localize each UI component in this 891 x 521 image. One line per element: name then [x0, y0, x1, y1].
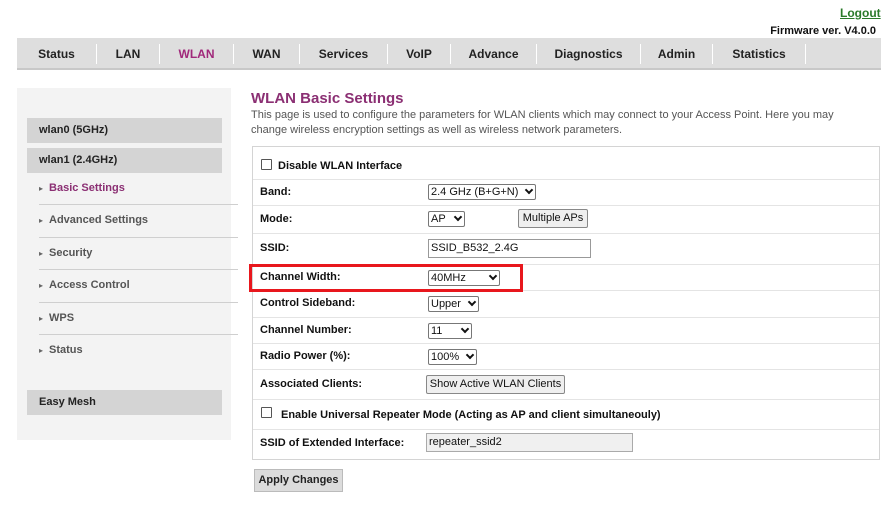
- tab-lan[interactable]: LAN: [97, 38, 159, 68]
- sidebar-item-label: Access Control: [49, 279, 130, 291]
- firmware-version: Firmware ver. V4.0.0: [770, 25, 876, 37]
- mode-value: AP: [431, 213, 446, 225]
- control-sideband-label: Control Sideband:: [260, 297, 356, 309]
- chevron-down-icon: [467, 297, 477, 307]
- sidebar-item-advanced-settings[interactable]: ▸ Advanced Settings: [27, 204, 222, 236]
- disable-wlan-label: Disable WLAN Interface: [278, 160, 403, 172]
- control-sideband-select[interactable]: Upper: [428, 296, 479, 312]
- control-sideband-value: Upper: [431, 298, 461, 310]
- mode-select[interactable]: AP: [428, 211, 465, 227]
- sidebar-item-status[interactable]: ▸ Status: [27, 334, 222, 366]
- sidebar-item-label: Advanced Settings: [49, 214, 149, 226]
- row-divider: [253, 317, 879, 318]
- tab-wan[interactable]: WAN: [234, 38, 299, 68]
- page-title: WLAN Basic Settings: [251, 90, 404, 107]
- chevron-down-icon: [460, 324, 470, 334]
- sidebar-item-basic-settings[interactable]: ▸ Basic Settings: [27, 172, 222, 204]
- sidebar-item-access-control[interactable]: ▸ Access Control: [27, 269, 222, 301]
- chevron-down-icon: [524, 185, 534, 195]
- ssid-input[interactable]: SSID_B532_2.4G: [428, 239, 591, 258]
- sidebar-item-label: Status: [49, 344, 83, 356]
- tab-status[interactable]: Status: [17, 38, 96, 68]
- radio-power-select[interactable]: 100%: [428, 349, 477, 365]
- channel-width-highlight: [249, 264, 523, 292]
- disable-wlan-checkbox[interactable]: [261, 159, 272, 170]
- apply-changes-button[interactable]: Apply Changes: [254, 469, 343, 492]
- channel-number-label: Channel Number:: [260, 324, 352, 336]
- row-divider: [253, 205, 879, 206]
- wlan-basic-form: Disable WLAN Interface Band: 2.4 GHz (B+…: [252, 146, 880, 460]
- ext-ssid-input[interactable]: repeater_ssid2: [426, 433, 633, 452]
- tab-diagnostics[interactable]: Diagnostics: [537, 38, 640, 68]
- row-divider: [253, 399, 879, 400]
- row-divider: [253, 343, 879, 344]
- arrow-right-icon: ▸: [39, 216, 44, 225]
- tab-advance[interactable]: Advance: [451, 38, 536, 68]
- arrow-right-icon: ▸: [39, 314, 44, 323]
- row-divider: [253, 179, 879, 180]
- sidebar: wlan0 (5GHz) wlan1 (2.4GHz) ▸ Basic Setti…: [17, 88, 238, 440]
- arrow-right-icon: ▸: [39, 249, 44, 258]
- ext-ssid-label: SSID of Extended Interface:: [260, 437, 405, 449]
- band-label: Band:: [260, 186, 292, 198]
- band-value: 2.4 GHz (B+G+N): [431, 186, 519, 198]
- band-select[interactable]: 2.4 GHz (B+G+N): [428, 184, 536, 200]
- sidebar-header-wlan1[interactable]: wlan1 (2.4GHz): [27, 148, 222, 173]
- repeater-mode-label: Enable Universal Repeater Mode (Acting a…: [281, 409, 661, 421]
- sidebar-item-wps[interactable]: ▸ WPS: [27, 302, 222, 334]
- logout-link[interactable]: Logout: [840, 6, 881, 20]
- radio-power-label: Radio Power (%):: [260, 350, 351, 362]
- sidebar-header-easy-mesh[interactable]: Easy Mesh: [27, 390, 222, 415]
- radio-power-value: 100%: [431, 351, 460, 363]
- show-active-clients-button[interactable]: Show Active WLAN Clients: [426, 375, 565, 394]
- sidebar-item-label: Basic Settings: [49, 182, 125, 194]
- sidebar-header-wlan0[interactable]: wlan0 (5GHz): [27, 118, 222, 143]
- page-description: This page is used to configure the param…: [251, 109, 834, 136]
- sidebar-item-label: Security: [49, 247, 93, 259]
- chevron-down-icon: [453, 212, 463, 222]
- repeater-mode-checkbox[interactable]: [261, 407, 272, 418]
- channel-number-value: 11: [431, 325, 443, 337]
- row-divider: [253, 233, 879, 234]
- row-divider: [253, 429, 879, 430]
- main-nav: Status LAN WLAN WAN Services VoIP Advanc…: [17, 38, 881, 70]
- row-divider: [253, 369, 879, 370]
- sidebar-item-label: WPS: [49, 312, 75, 324]
- tab-separator: [805, 44, 806, 64]
- tab-services[interactable]: Services: [300, 38, 387, 68]
- arrow-right-icon: ▸: [39, 184, 44, 193]
- tab-statistics[interactable]: Statistics: [713, 38, 805, 68]
- sidebar-item-security[interactable]: ▸ Security: [27, 237, 222, 269]
- tab-wlan[interactable]: WLAN: [160, 38, 233, 68]
- ssid-label: SSID:: [260, 242, 290, 254]
- channel-number-select[interactable]: 11: [428, 323, 472, 339]
- associated-clients-label: Associated Clients:: [260, 378, 363, 390]
- chevron-down-icon: [465, 350, 475, 360]
- arrow-right-icon: ▸: [39, 281, 44, 290]
- mode-label: Mode:: [260, 213, 293, 225]
- tab-admin[interactable]: Admin: [641, 38, 712, 68]
- multiple-aps-button[interactable]: Multiple APs: [518, 209, 588, 228]
- arrow-right-icon: ▸: [39, 346, 44, 355]
- tab-voip[interactable]: VoIP: [388, 38, 450, 68]
